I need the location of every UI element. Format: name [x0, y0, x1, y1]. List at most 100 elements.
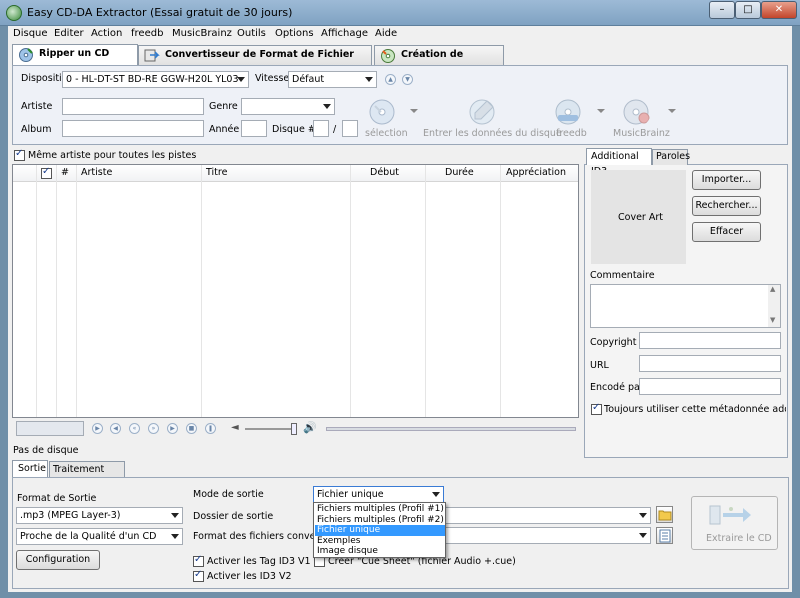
- tab-ripper[interactable]: Ripper un CD Audio: [12, 44, 138, 77]
- disc-total-input[interactable]: [342, 120, 358, 137]
- genre-label: Genre: [209, 101, 238, 112]
- clear-button[interactable]: Effacer: [692, 222, 761, 242]
- col-start[interactable]: Début: [370, 167, 399, 178]
- id3v2-checkbox[interactable]: [193, 569, 204, 582]
- device-select-value: 0 - HL-DT-ST BD-RE GGW-H20L YL03: [66, 74, 239, 85]
- output-folder-select[interactable]: [444, 507, 651, 524]
- import-button[interactable]: Importer...: [692, 170, 761, 190]
- tab-audio-processing[interactable]: Traitement Audio: [49, 461, 125, 490]
- stop-icon[interactable]: ■: [186, 423, 197, 434]
- album-input[interactable]: [62, 120, 204, 137]
- disc-number-input[interactable]: [313, 120, 329, 137]
- col-artist[interactable]: Artiste: [81, 167, 112, 178]
- selection-disc-icon: [369, 99, 395, 125]
- speed-select[interactable]: Défaut: [288, 71, 377, 88]
- menu-musicbrainz[interactable]: MusicBrainz: [172, 28, 232, 39]
- menu-affichage[interactable]: Affichage: [321, 28, 368, 39]
- track-list[interactable]: # Artiste Titre Début Durée Appréciation: [12, 164, 579, 418]
- browse-folder-button[interactable]: [656, 506, 673, 523]
- menu-editer[interactable]: Editer: [54, 28, 84, 39]
- volume-slider-handle[interactable]: [291, 423, 297, 435]
- scroll-down-icon[interactable]: ▼: [770, 316, 775, 324]
- selection-label: sélection: [365, 128, 408, 139]
- edit-format-button[interactable]: [656, 527, 673, 544]
- menu-options[interactable]: Options: [275, 28, 314, 39]
- column-divider: [201, 165, 202, 417]
- menu-bar: Disque Editer Action freedb MusicBrainz …: [8, 26, 792, 44]
- encoded-by-label: Encodé par: [590, 382, 644, 393]
- genre-select[interactable]: [241, 98, 335, 115]
- extract-cd-label: Extraire le CD: [706, 533, 772, 544]
- search-button[interactable]: Rechercher...: [692, 196, 761, 216]
- comment-input[interactable]: ▲ ▼: [590, 284, 781, 328]
- same-artist-checkbox[interactable]: [14, 148, 25, 161]
- device-select[interactable]: 0 - HL-DT-ST BD-RE GGW-H20L YL03: [62, 71, 249, 88]
- output-mode-option[interactable]: Exemples: [315, 536, 445, 547]
- output-mode-option[interactable]: Fichiers multiples (Profil #1): [315, 504, 445, 515]
- musicbrainz-button[interactable]: MusicBrainz: [612, 97, 682, 141]
- tab-lyrics[interactable]: Paroles: [652, 149, 690, 165]
- skip-forward-icon[interactable]: ▶: [167, 423, 178, 434]
- output-mode-option-selected[interactable]: Fichier unique: [315, 525, 445, 536]
- output-mode-option[interactable]: Fichiers multiples (Profil #2): [315, 515, 445, 526]
- year-input[interactable]: [241, 120, 267, 137]
- rewind-icon[interactable]: «: [129, 423, 140, 434]
- col-number[interactable]: #: [61, 167, 69, 178]
- column-divider: [36, 165, 37, 417]
- encoded-by-input[interactable]: [639, 378, 781, 395]
- track-list-header: # Artiste Titre Début Durée Appréciation: [13, 165, 578, 182]
- menu-disque[interactable]: Disque: [13, 28, 48, 39]
- close-button[interactable]: ✕: [761, 1, 797, 19]
- close-tray-icon[interactable]: ▼: [402, 74, 413, 85]
- select-all-checkbox[interactable]: [41, 166, 52, 179]
- output-mode-option[interactable]: Image disque: [315, 546, 445, 557]
- comment-scrollbar[interactable]: ▲ ▼: [768, 285, 780, 327]
- selection-button[interactable]: sélection: [363, 97, 419, 141]
- seek-bar[interactable]: [326, 427, 576, 431]
- quality-select[interactable]: Proche de la Qualité d'un CD: [16, 528, 183, 545]
- output-mode-dropdown[interactable]: Fichiers multiples (Profil #1) Fichiers …: [313, 502, 446, 558]
- col-rating[interactable]: Appréciation: [506, 167, 566, 178]
- menu-action[interactable]: Action: [91, 28, 122, 39]
- copyright-input[interactable]: [639, 332, 781, 349]
- col-duration[interactable]: Durée: [445, 167, 474, 178]
- freedb-button[interactable]: freedb: [552, 97, 608, 141]
- fast-forward-icon[interactable]: »: [148, 423, 159, 434]
- tab-output[interactable]: Sortie: [12, 460, 48, 478]
- menu-aide[interactable]: Aide: [375, 28, 397, 39]
- tab-additional-id3[interactable]: Additional ID3: [586, 148, 652, 177]
- minimize-button[interactable]: –: [709, 1, 735, 19]
- chevron-down-icon: [639, 513, 647, 518]
- output-format-label: Format de Sortie: [17, 493, 97, 504]
- year-label: Année: [209, 124, 240, 135]
- eject-icon[interactable]: ▲: [385, 74, 396, 85]
- artist-input[interactable]: [62, 98, 204, 115]
- output-mode-value: Fichier unique: [317, 489, 384, 500]
- disc-separator: /: [333, 124, 337, 135]
- tab-burn[interactable]: Création de CD/DVD: [374, 45, 504, 78]
- extract-cd-button[interactable]: Extraire le CD: [691, 496, 778, 550]
- configuration-button[interactable]: Configuration: [16, 550, 100, 570]
- always-use-checkbox[interactable]: [591, 402, 602, 415]
- menu-outils[interactable]: Outils: [237, 28, 266, 39]
- column-divider: [500, 165, 501, 417]
- same-artist-label: Même artiste pour toutes les pistes: [28, 150, 197, 161]
- volume-slider[interactable]: [245, 428, 297, 430]
- menu-freedb[interactable]: freedb: [131, 28, 163, 39]
- enter-disc-data-icon: [469, 99, 495, 125]
- maximize-button[interactable]: □: [735, 1, 761, 19]
- scroll-up-icon[interactable]: ▲: [770, 285, 775, 293]
- converted-files-format-select[interactable]: [444, 527, 651, 544]
- id3v1-checkbox[interactable]: [193, 554, 204, 567]
- col-title[interactable]: Titre: [206, 167, 227, 178]
- tab-converter[interactable]: Convertisseur de Format de Fichier Audio: [138, 45, 372, 78]
- play-icon[interactable]: ▶: [92, 423, 103, 434]
- url-input[interactable]: [639, 355, 781, 372]
- output-mode-select[interactable]: Fichier unique: [313, 486, 444, 503]
- chevron-down-icon: [171, 534, 179, 539]
- pause-icon[interactable]: ❚: [205, 423, 216, 434]
- always-use-label: Toujours utiliser cette métadonnée addit…: [604, 404, 786, 415]
- enter-disc-data-button[interactable]: Entrer les données du disque: [420, 97, 562, 141]
- skip-back-icon[interactable]: ◀: [110, 423, 121, 434]
- output-format-select[interactable]: .mp3 (MPEG Layer-3): [16, 507, 183, 524]
